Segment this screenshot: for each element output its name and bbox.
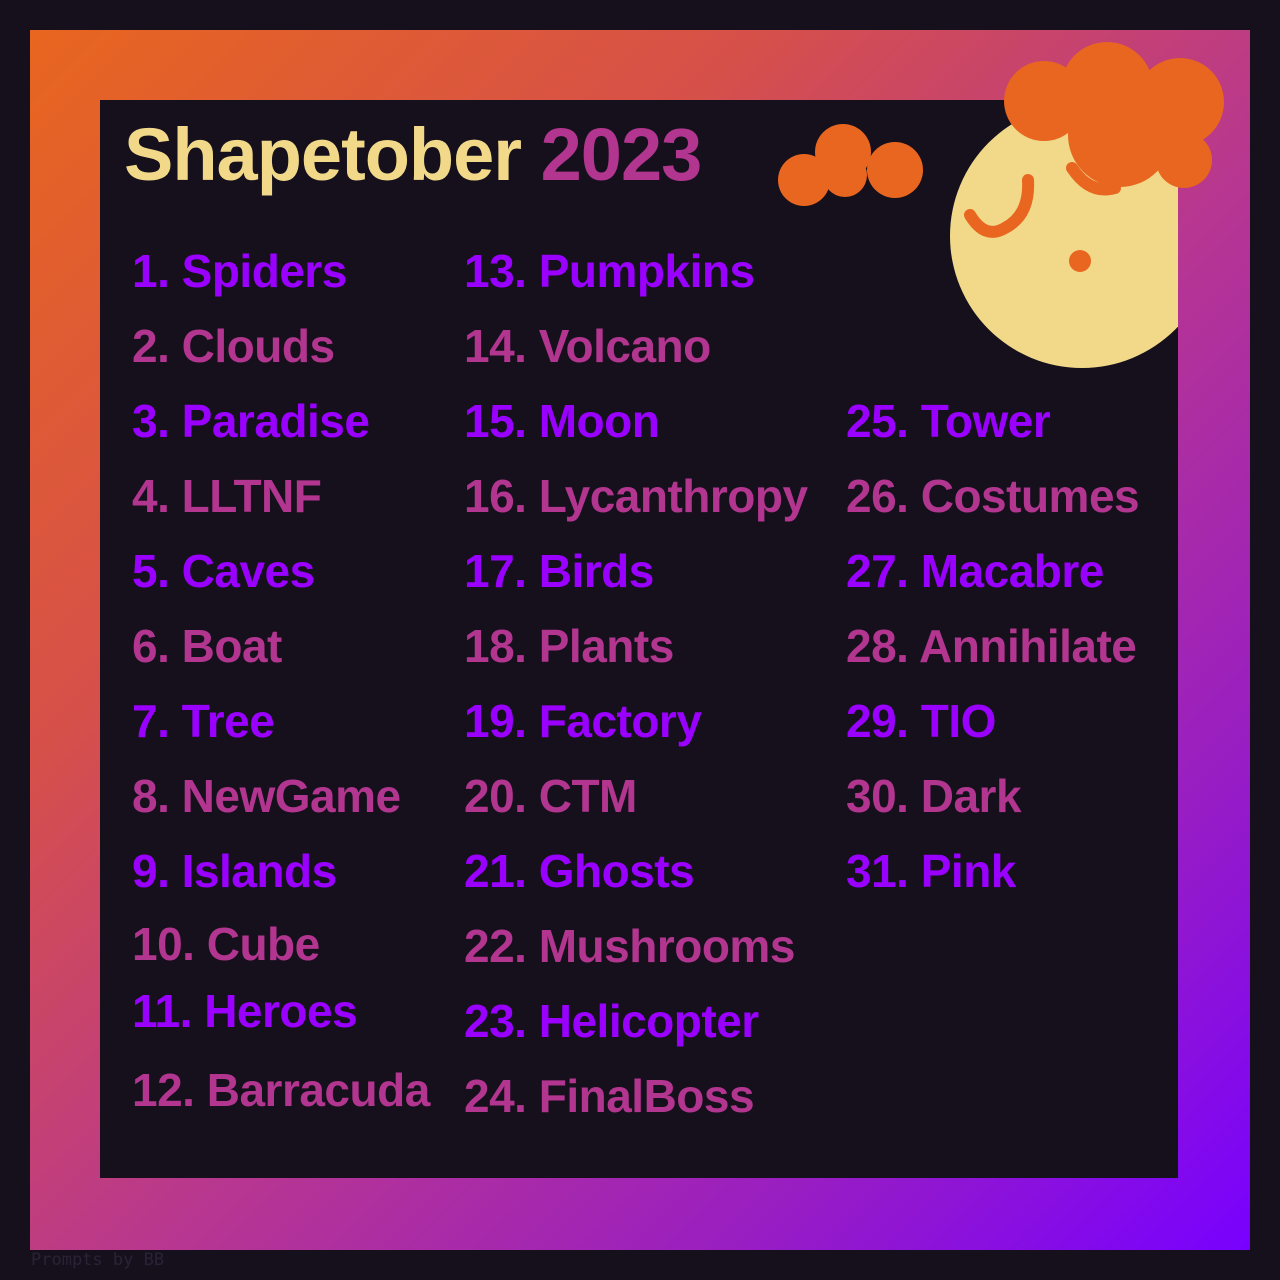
prompt-number: 18.	[464, 620, 527, 672]
prompt-number: 28.	[846, 620, 909, 672]
prompt-number: 3.	[132, 395, 170, 447]
prompt-label: Birds	[538, 545, 655, 597]
prompt-number: 26.	[846, 470, 909, 522]
prompt-number: 22.	[464, 920, 527, 972]
prompt-item: 11. Heroes	[132, 985, 358, 1037]
prompt-item: 16. Lycanthropy	[464, 473, 808, 519]
prompt-item: 5. Caves	[132, 548, 315, 594]
prompt-label: Pink	[920, 845, 1017, 897]
page-title: Shapetober 2023	[124, 118, 702, 192]
prompt-label: NewGame	[181, 770, 401, 822]
prompt-item: 15. Moon	[464, 395, 660, 447]
prompt-number: 1.	[132, 245, 170, 297]
title-year: 2023	[540, 113, 703, 196]
prompt-item: 28. Annihilate	[846, 620, 1137, 672]
prompt-item: 29. TIO	[846, 698, 996, 744]
prompt-number: 31.	[846, 845, 909, 897]
prompt-label: Moon	[538, 395, 660, 447]
prompt-label: FinalBoss	[538, 1070, 755, 1122]
prompt-label: Ghosts	[538, 845, 695, 897]
prompt-number: 4.	[132, 470, 170, 522]
prompt-number: 14.	[464, 320, 527, 372]
prompt-label: LLTNF	[181, 470, 322, 522]
prompt-label: Macabre	[920, 545, 1105, 597]
prompt-item: 8. NewGame	[132, 773, 401, 819]
prompt-number: 20.	[464, 770, 527, 822]
prompt-label: Lycanthropy	[538, 470, 808, 522]
prompt-number: 25.	[846, 395, 909, 447]
prompt-item: 19. Factory	[464, 695, 702, 747]
prompt-label: Spiders	[181, 245, 348, 297]
prompt-item: 23. Helicopter	[464, 998, 759, 1044]
prompt-item: 20. CTM	[464, 773, 637, 819]
prompt-number: 17.	[464, 545, 527, 597]
prompt-label: Factory	[538, 695, 702, 747]
prompt-item: 9. Islands	[132, 848, 337, 894]
prompt-item: 21. Ghosts	[464, 845, 695, 897]
prompt-label: Clouds	[181, 320, 335, 372]
prompt-item: 14. Volcano	[464, 323, 711, 369]
prompt-number: 30.	[846, 770, 909, 822]
prompt-number: 12.	[132, 1064, 195, 1116]
prompt-item: 26. Costumes	[846, 470, 1140, 522]
prompt-number: 2.	[132, 320, 170, 372]
prompt-number: 19.	[464, 695, 527, 747]
prompt-label: Helicopter	[538, 995, 759, 1047]
prompt-label: Pumpkins	[538, 245, 755, 297]
prompt-number: 29.	[846, 695, 909, 747]
prompt-label: Volcano	[538, 320, 712, 372]
prompt-label: Tower	[920, 395, 1051, 447]
prompt-label: TIO	[920, 695, 997, 747]
prompt-number: 11.	[132, 985, 192, 1037]
prompt-item: 31. Pink	[846, 848, 1016, 894]
prompt-number: 9.	[132, 845, 170, 897]
prompt-number: 8.	[132, 770, 170, 822]
prompt-item: 13. Pumpkins	[464, 248, 755, 294]
prompt-item: 7. Tree	[132, 695, 275, 747]
prompt-label: CTM	[538, 770, 638, 822]
prompt-item: 25. Tower	[846, 395, 1051, 447]
prompt-item: 22. Mushrooms	[464, 923, 795, 969]
prompt-label: Barracuda	[206, 1064, 431, 1116]
prompt-label: Tree	[181, 695, 275, 747]
prompt-label: Mushrooms	[538, 920, 796, 972]
prompt-number: 15.	[464, 395, 527, 447]
prompt-label: Plants	[538, 620, 675, 672]
prompt-label: Boat	[181, 620, 283, 672]
prompt-number: 7.	[132, 695, 170, 747]
prompt-label: Caves	[181, 545, 316, 597]
prompt-item: 3. Paradise	[132, 395, 370, 447]
prompt-label: Heroes	[204, 985, 358, 1037]
prompt-item: 24. FinalBoss	[464, 1070, 755, 1122]
prompt-item: 30. Dark	[846, 770, 1022, 822]
prompt-label: Paradise	[181, 395, 370, 447]
credit-text: Prompts by BB	[31, 1250, 165, 1270]
prompt-number: 16.	[464, 470, 527, 522]
prompt-item: 17. Birds	[464, 548, 654, 594]
prompt-number: 23.	[464, 995, 527, 1047]
prompt-item: 10. Cube	[132, 921, 320, 967]
prompt-number: 27.	[846, 545, 909, 597]
title-word: Shapetober	[124, 113, 522, 196]
prompt-number: 10.	[132, 918, 195, 970]
prompt-item: 1. Spiders	[132, 248, 347, 294]
prompt-item: 2. Clouds	[132, 323, 335, 369]
prompt-item: 18. Plants	[464, 623, 674, 669]
prompt-number: 24.	[464, 1070, 527, 1122]
prompt-label: Dark	[920, 770, 1022, 822]
prompt-number: 21.	[464, 845, 527, 897]
prompt-label: Costumes	[920, 470, 1140, 522]
prompt-number: 5.	[132, 545, 170, 597]
prompt-item: 27. Macabre	[846, 548, 1104, 594]
prompt-number: 6.	[132, 620, 170, 672]
prompt-label: Islands	[181, 845, 338, 897]
prompt-label: Cube	[206, 918, 321, 970]
prompt-item: 6. Boat	[132, 623, 282, 669]
prompt-label: Annihilate	[919, 620, 1137, 672]
prompt-item: 12. Barracuda	[132, 1067, 430, 1113]
prompt-number: 13.	[464, 245, 527, 297]
prompt-item: 4. LLTNF	[132, 470, 322, 522]
